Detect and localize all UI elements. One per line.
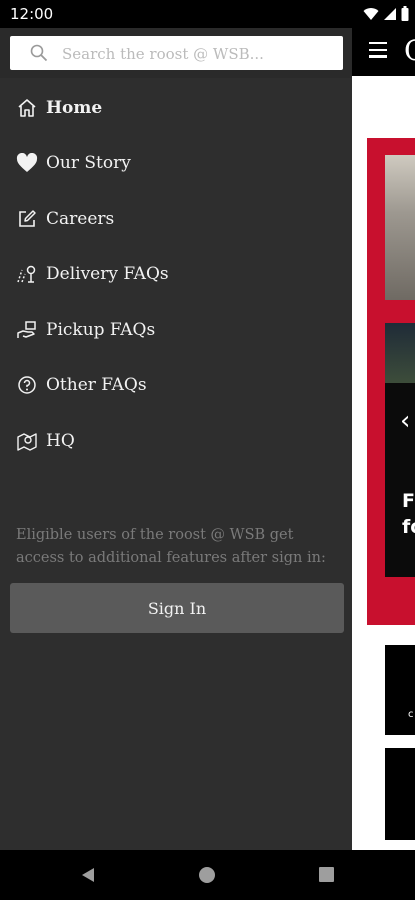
delivery-icon	[16, 263, 38, 285]
search-icon	[30, 44, 48, 62]
heart-icon	[16, 152, 38, 174]
menu-item-label: Home	[46, 97, 103, 118]
signal-icon	[384, 7, 396, 20]
menu-item-hq[interactable]: HQ	[0, 413, 352, 469]
menu-item-careers[interactable]: Careers	[0, 191, 352, 247]
drawer-menu: Home Our Story Careers Delivery FAQs Pic…	[0, 80, 352, 469]
back-icon[interactable]	[80, 867, 96, 883]
menu-item-label: Other FAQs	[46, 375, 147, 396]
menu-item-home[interactable]: Home	[0, 80, 352, 136]
status-time: 12:00	[10, 5, 54, 23]
status-bar: 12:00	[0, 0, 415, 28]
search-box[interactable]	[10, 36, 343, 70]
menu-item-label: Our Story	[46, 153, 131, 174]
content-card[interactable]	[385, 748, 415, 840]
menu-icon[interactable]	[369, 42, 387, 58]
carousel-text: F fo	[402, 490, 415, 538]
navigation-drawer: Home Our Story Careers Delivery FAQs Pic…	[0, 28, 352, 850]
question-icon	[16, 374, 38, 396]
sign-in-button[interactable]: Sign In	[10, 583, 344, 633]
menu-item-delivery-faqs[interactable]: Delivery FAQs	[0, 247, 352, 303]
battery-icon	[401, 6, 409, 21]
carousel-image	[385, 323, 415, 383]
menu-item-pickup-faqs[interactable]: Pickup FAQs	[0, 302, 352, 358]
system-navigation-bar	[0, 850, 415, 900]
search-input[interactable]	[60, 40, 334, 68]
recents-icon[interactable]	[319, 867, 334, 882]
featured-image	[385, 155, 415, 300]
menu-item-other-faqs[interactable]: Other FAQs	[0, 358, 352, 414]
signin-note: Eligible users of the roost @ WSB get ac…	[16, 527, 326, 566]
background-app-content: C ‹ F fo c	[352, 28, 415, 850]
pickup-icon	[16, 319, 38, 341]
menu-item-label: Careers	[46, 208, 115, 229]
home-nav-icon[interactable]	[199, 867, 215, 883]
app-toolbar: C	[352, 28, 415, 76]
menu-item-label: HQ	[46, 430, 75, 451]
content-card-text: c	[408, 709, 414, 720]
home-icon	[16, 97, 38, 119]
wifi-icon	[363, 7, 379, 20]
content-card[interactable]: c	[385, 645, 415, 735]
chevron-left-icon[interactable]: ‹	[400, 406, 410, 436]
map-pin-icon	[16, 430, 38, 452]
brand-logo: C	[404, 34, 415, 67]
edit-icon	[16, 208, 38, 230]
status-icons	[363, 6, 409, 21]
search-bar	[0, 28, 352, 78]
menu-item-our-story[interactable]: Our Story	[0, 136, 352, 192]
menu-item-label: Delivery FAQs	[46, 264, 169, 285]
menu-item-label: Pickup FAQs	[46, 319, 156, 340]
